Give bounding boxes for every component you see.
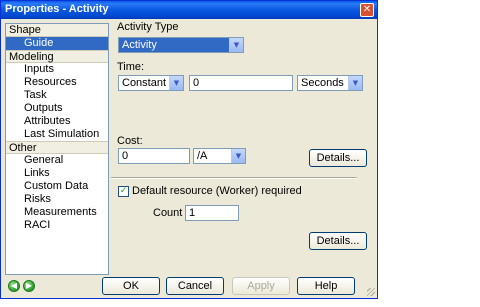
default-resource-checkbox[interactable]: ✓ [118, 186, 129, 197]
nav-item-outputs[interactable]: Outputs [6, 102, 108, 115]
cost-unit-select[interactable]: /A ▼ [193, 148, 246, 164]
nav-item-custom-data[interactable]: Custom Data [6, 180, 108, 193]
time-distribution-value: Constant [122, 77, 167, 89]
nav-item-resources[interactable]: Resources [6, 76, 108, 89]
resize-grip-icon[interactable] [367, 288, 375, 296]
activity-type-label: Activity Type [117, 21, 179, 33]
time-label: Time: [117, 61, 145, 73]
nav-item-measurements[interactable]: Measurements [6, 206, 108, 219]
chevron-down-icon[interactable]: ▼ [231, 149, 245, 163]
close-button[interactable]: ✕ [360, 3, 374, 17]
time-value-field[interactable]: 0 [189, 75, 293, 91]
resource-details-button[interactable]: Details... [309, 232, 367, 250]
nav-group-header[interactable]: Other [6, 141, 108, 154]
activity-type-select[interactable]: Activity ▼ [118, 37, 244, 53]
cost-unit-value: /A [197, 150, 208, 162]
chevron-down-icon[interactable]: ▼ [229, 38, 243, 52]
chevron-down-icon[interactable]: ▼ [348, 76, 362, 90]
properties-dialog: Properties - Activity ✕ Shape Guide Modeli… [0, 0, 378, 299]
cost-value-field[interactable]: 0 [118, 148, 190, 164]
nav-item-general[interactable]: General [6, 154, 108, 167]
time-unit-select[interactable]: Seconds ▼ [297, 75, 363, 91]
nav-group-header[interactable]: Shape [6, 24, 108, 37]
nav-item-task[interactable]: Task [6, 89, 108, 102]
separator [111, 177, 357, 179]
help-button[interactable]: Help [297, 277, 355, 295]
apply-button[interactable]: Apply [232, 277, 290, 295]
nav-item-last-simulation[interactable]: Last Simulation [6, 128, 108, 141]
default-resource-label[interactable]: Default resource (Worker) required [132, 185, 302, 197]
activity-type-value: Activity [122, 39, 157, 51]
cost-label: Cost: [117, 135, 143, 147]
nav-item-risks[interactable]: Risks [6, 193, 108, 206]
count-field[interactable]: 1 [185, 205, 239, 221]
time-unit-value: Seconds [301, 77, 344, 89]
forward-arrow-icon[interactable]: ▶ [23, 280, 35, 292]
cost-details-button[interactable]: Details... [309, 149, 367, 167]
nav-item-guide[interactable]: Guide [6, 37, 108, 50]
nav-item-raci[interactable]: RACI [6, 219, 108, 232]
window-title: Properties - Activity [5, 3, 109, 15]
title-bar: Properties - Activity ✕ [1, 1, 377, 19]
ok-button[interactable]: OK [102, 277, 160, 295]
chevron-down-icon[interactable]: ▼ [169, 76, 183, 90]
nav-item-attributes[interactable]: Attributes [6, 115, 108, 128]
nav-item-inputs[interactable]: Inputs [6, 63, 108, 76]
category-tree: Shape Guide Modeling Inputs Resources Task Out… [5, 23, 109, 275]
count-label: Count [153, 207, 183, 219]
cancel-button[interactable]: Cancel [166, 277, 224, 295]
time-distribution-select[interactable]: Constant ▼ [118, 75, 184, 91]
nav-item-links[interactable]: Links [6, 167, 108, 180]
back-arrow-icon[interactable]: ◀ [8, 280, 20, 292]
nav-group-header[interactable]: Modeling [6, 50, 108, 63]
